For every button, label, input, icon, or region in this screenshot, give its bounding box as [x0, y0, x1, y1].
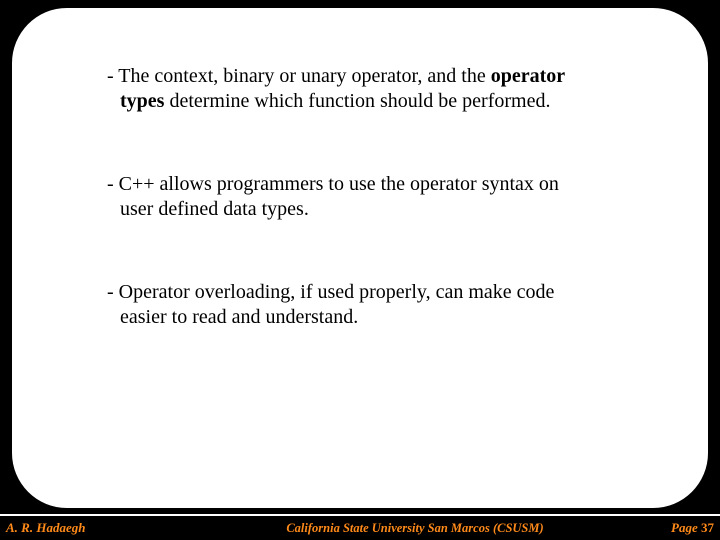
- footer-page: Page 37: [630, 520, 720, 536]
- bullet-3-line1: - Operator overloading, if used properly…: [107, 280, 627, 305]
- footer-page-word: Page: [671, 520, 698, 535]
- bullet-3: - Operator overloading, if used properly…: [107, 280, 627, 330]
- bullet-1-part2: determine which function should be perfo…: [164, 90, 550, 112]
- bullet-1-bold-operator: operator: [491, 65, 565, 87]
- bullet-2-line1: - C++ allows programmers to use the oper…: [107, 172, 627, 197]
- footer-author: A. R. Hadaegh: [0, 520, 200, 536]
- slide-panel: - The context, binary or unary operator,…: [12, 8, 708, 508]
- slide-content: - The context, binary or unary operator,…: [107, 64, 627, 388]
- footer-institution: California State University San Marcos (…: [200, 521, 630, 536]
- footer-page-number: 37: [701, 520, 714, 535]
- bullet-1: - The context, binary or unary operator,…: [107, 64, 627, 114]
- bullet-1-part1: - The context, binary or unary operator,…: [107, 65, 491, 87]
- bullet-1-bold-types: types: [120, 90, 164, 112]
- bullet-3-line2: easier to read and understand.: [107, 305, 627, 330]
- bullet-2-line2: user defined data types.: [107, 197, 627, 222]
- bullet-2: - C++ allows programmers to use the oper…: [107, 172, 627, 222]
- footer: A. R. Hadaegh California State Universit…: [0, 514, 720, 540]
